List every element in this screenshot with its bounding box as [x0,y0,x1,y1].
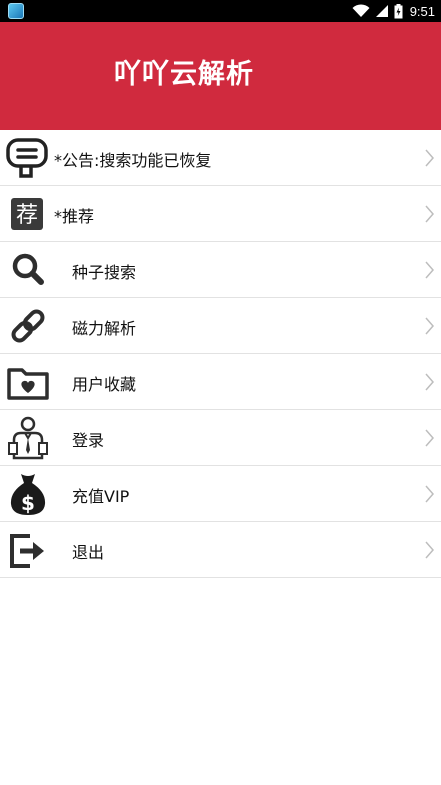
exit-icon [6,528,50,572]
wifi-icon [352,4,370,17]
status-bar: 9:51 [0,0,441,22]
link-icon [6,304,50,348]
menu-item-torrent-search[interactable]: 种子搜索 [0,242,441,298]
chevron-right-icon [425,485,435,503]
search-icon [6,248,50,292]
app-header: 吖吖云解析 [0,22,441,130]
user-login-icon [6,416,50,460]
menu-item-exit[interactable]: 退出 [0,522,441,578]
menu-item-announcement[interactable]: *公告:搜索功能已恢复 [0,130,441,186]
svg-text:$: $ [21,491,35,515]
menu-list: *公告:搜索功能已恢复 荐 *推荐 种子搜索 磁力解析 用户收藏 登录 $ 充值… [0,130,441,578]
menu-item-magnet-parse[interactable]: 磁力解析 [0,298,441,354]
page-title: 吖吖云解析 [114,59,254,90]
battery-icon [394,3,403,18]
app-notification-icon [8,3,24,19]
signal-icon [375,5,388,17]
chevron-right-icon [425,317,435,335]
menu-item-recommend[interactable]: 荐 *推荐 [0,186,441,242]
menu-label-torrent-search: 种子搜索 [72,263,137,282]
menu-label-magnet-parse: 磁力解析 [72,319,137,338]
announcement-icon [6,136,50,180]
favorites-folder-icon [6,360,50,404]
menu-label-recharge-vip: 充值VIP [72,487,130,506]
menu-label-announcement: *公告:搜索功能已恢复 [54,151,212,170]
chevron-right-icon [425,261,435,279]
menu-label-exit: 退出 [72,543,105,562]
svg-text:荐: 荐 [16,203,38,228]
menu-label-login: 登录 [72,431,105,450]
chevron-right-icon [425,205,435,223]
chevron-right-icon [425,373,435,391]
status-time: 9:51 [409,3,435,19]
recommend-icon: 荐 [6,192,50,236]
status-icons: 9:51 [352,3,435,19]
chevron-right-icon [425,429,435,447]
menu-label-recommend: *推荐 [54,207,95,226]
menu-item-recharge-vip[interactable]: $ 充值VIP [0,466,441,522]
chevron-right-icon [425,541,435,559]
menu-label-favorites: 用户收藏 [72,375,137,394]
menu-item-login[interactable]: 登录 [0,410,441,466]
menu-item-favorites[interactable]: 用户收藏 [0,354,441,410]
money-bag-icon: $ [6,472,50,516]
chevron-right-icon [425,149,435,167]
